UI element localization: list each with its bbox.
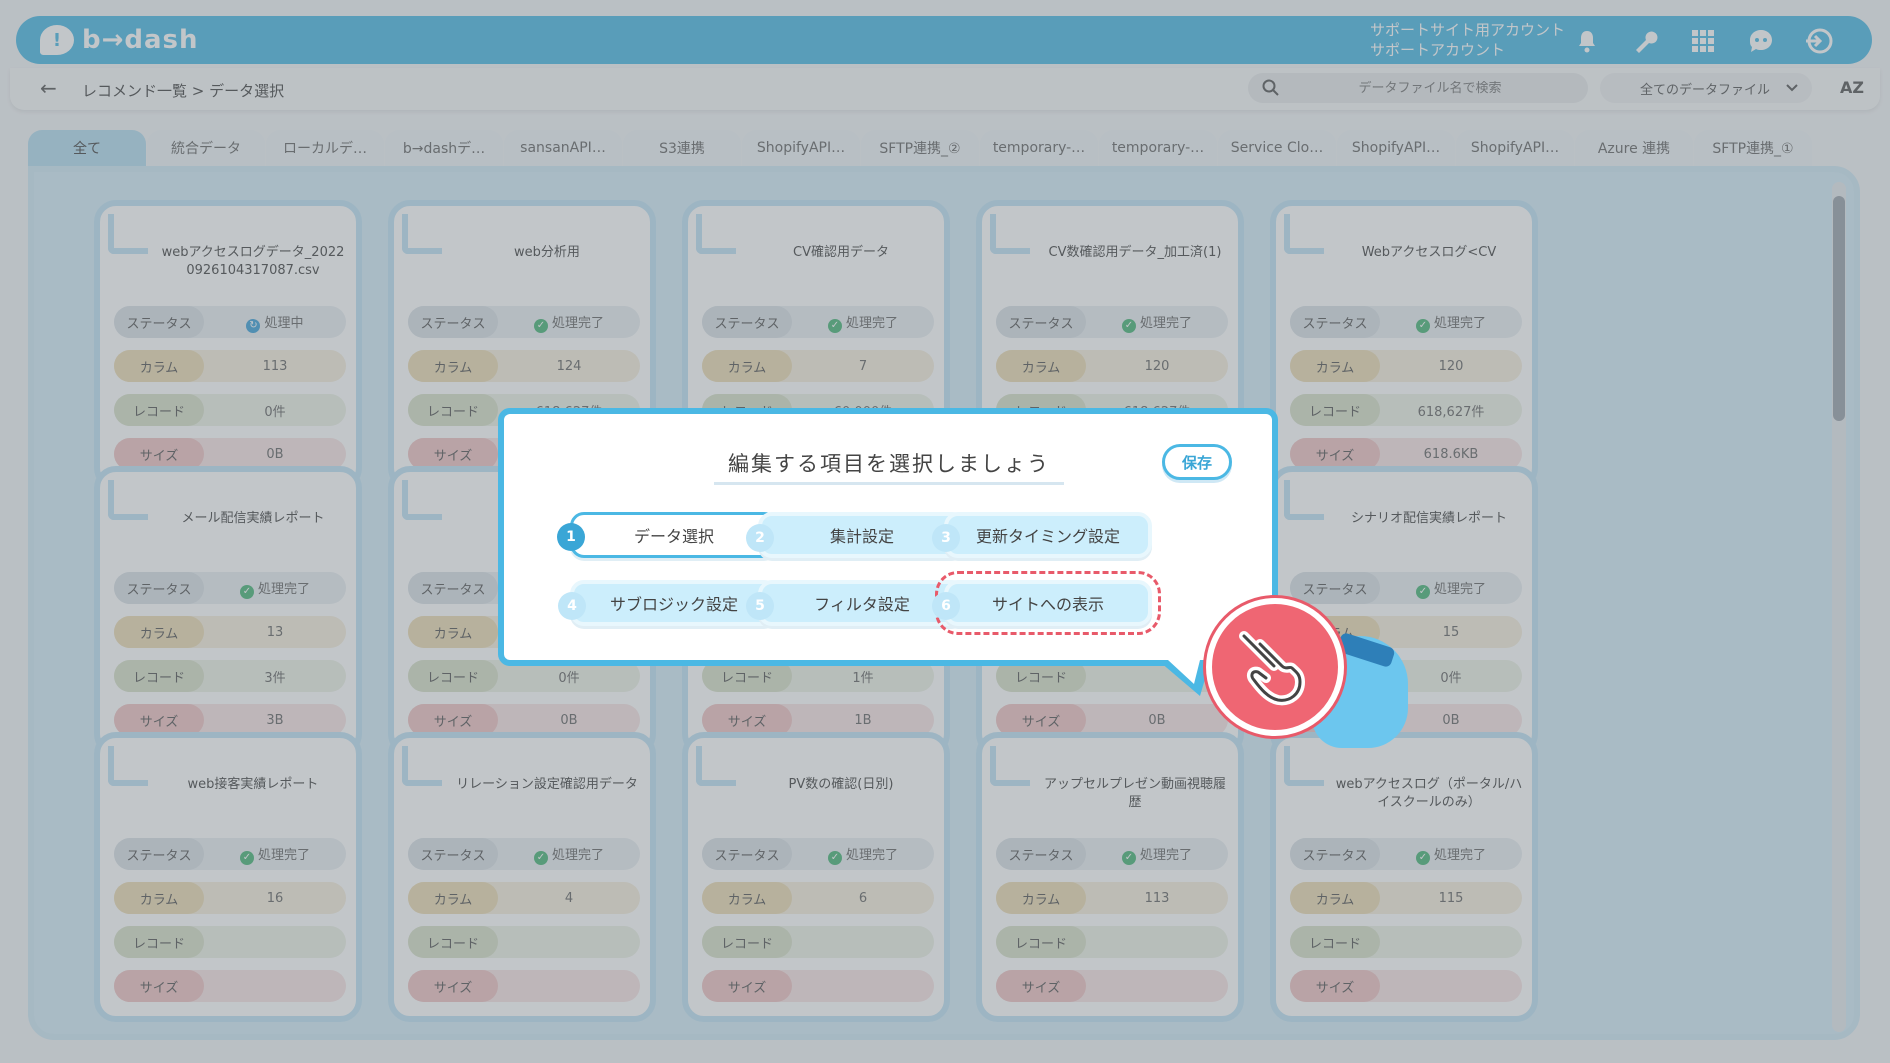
step-update-timing[interactable]: 3 更新タイミング設定 xyxy=(932,512,1152,558)
save-button[interactable]: 保存 xyxy=(1162,444,1232,480)
step-number: 3 xyxy=(932,524,960,552)
edit-item-modal: 編集する項目を選択しましょう 保存 1 データ選択 2 集計設定 3 更新タイミ… xyxy=(498,408,1278,666)
step-number: 4 xyxy=(558,592,586,620)
step-label: 更新タイミング設定 xyxy=(975,527,1120,546)
step-site-display[interactable]: 6 サイトへの表示 xyxy=(932,571,1161,635)
pointing-hand-icon xyxy=(1206,598,1344,736)
modal-title: 編集する項目を選択しましょう xyxy=(714,448,1064,485)
step-number: 5 xyxy=(746,592,774,620)
modal-tail-inner xyxy=(1168,660,1200,684)
step-label: サブロジック設定 xyxy=(609,595,738,614)
step-label: フィルタ設定 xyxy=(814,595,910,614)
app-root: ! b→dash サポートサイト用アカウント サポートアカウント ← レコメンド… xyxy=(0,0,1890,1063)
step-number: 1 xyxy=(557,523,585,551)
step-number: 2 xyxy=(746,524,774,552)
step-number: 6 xyxy=(932,592,960,620)
step-label: データ選択 xyxy=(633,527,714,546)
step-label: サイトへの表示 xyxy=(991,595,1104,614)
step-label: 集計設定 xyxy=(829,527,894,546)
